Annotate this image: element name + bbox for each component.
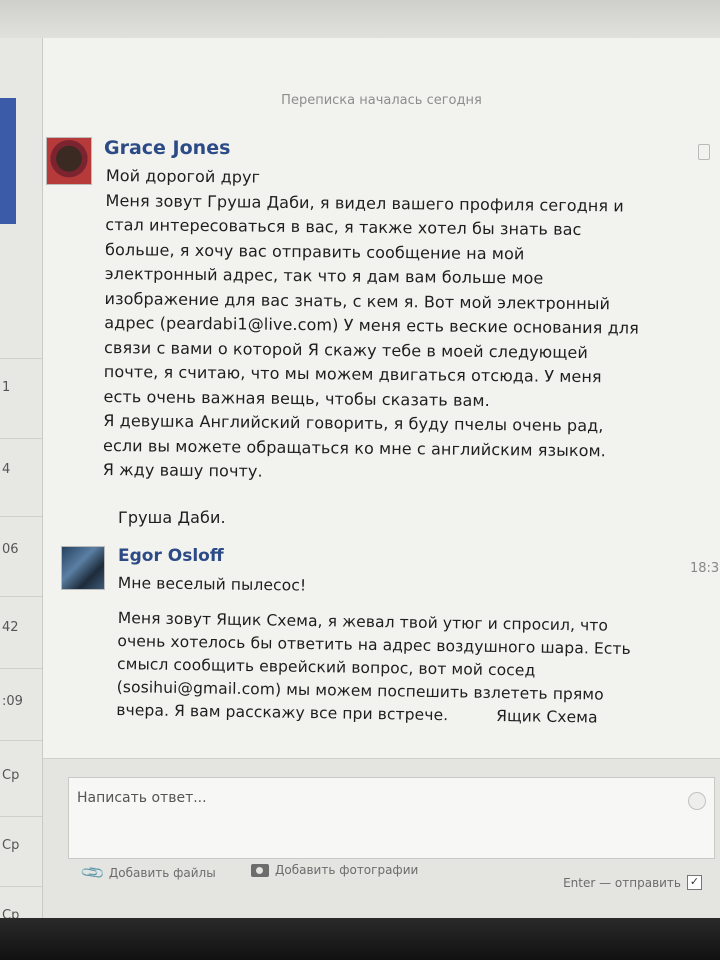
conversation-started-label: Переписка началась сегодня: [281, 93, 482, 108]
camera-icon: [251, 863, 269, 877]
enter-to-send-label: Enter — отправить: [563, 875, 681, 890]
mobile-icon: [698, 144, 710, 160]
screen-bezel: [0, 918, 720, 960]
list-divider: [0, 516, 42, 517]
list-divider: [0, 668, 42, 669]
avatar[interactable]: [46, 137, 92, 185]
list-divider: [0, 740, 42, 741]
selected-conversation-marker: [0, 98, 16, 224]
list-item-time[interactable]: 42: [2, 620, 19, 635]
list-item-day[interactable]: Ср: [2, 838, 19, 853]
list-divider: [0, 816, 42, 817]
list-item-time[interactable]: :09: [2, 694, 23, 709]
message-author[interactable]: Egor Osloff: [118, 546, 224, 566]
list-divider: [0, 596, 42, 597]
conversation-list: 1 4 06 42 :09 Ср Ср Ср: [0, 38, 43, 923]
paperclip-icon: 📎: [79, 858, 107, 887]
add-files-label: Добавить файлы: [108, 865, 216, 880]
message-author[interactable]: Grace Jones: [104, 137, 230, 159]
message-line-text: вчера. Я вам расскажу все при встрече.: [116, 700, 449, 725]
message-signature: Ящик Схема: [496, 706, 598, 727]
list-item-time[interactable]: 4: [2, 462, 10, 477]
list-item-day[interactable]: Ср: [2, 768, 19, 783]
message-body: Меня зовут Ящик Схема, я жевал твой утюг…: [116, 607, 678, 731]
add-photos-label: Добавить фотографии: [275, 863, 419, 877]
avatar[interactable]: [61, 546, 105, 590]
list-divider: [0, 358, 42, 359]
reply-composer: Написать ответ... 📎 Добавить файлы Добав…: [43, 758, 720, 919]
checkbox-icon[interactable]: ✓: [687, 875, 702, 890]
reply-input[interactable]: Написать ответ...: [68, 777, 715, 859]
list-item-time[interactable]: 06: [2, 542, 19, 557]
add-photos-button[interactable]: Добавить фотографии: [251, 863, 418, 877]
add-files-button[interactable]: 📎 Добавить файлы: [79, 859, 216, 886]
emoji-icon[interactable]: [688, 792, 706, 810]
reply-placeholder[interactable]: Написать ответ...: [77, 790, 207, 806]
list-divider: [0, 438, 42, 439]
top-header: [0, 0, 720, 39]
message-signature: Груша Даби.: [118, 508, 226, 527]
message-time: 18:3: [690, 561, 720, 576]
enter-to-send-toggle[interactable]: Enter — отправить ✓: [563, 875, 702, 890]
message-body: Мой дорогой друг Меня зовут Груша Даби, …: [103, 164, 696, 489]
list-item-time[interactable]: 1: [2, 380, 10, 395]
list-divider: [0, 886, 42, 887]
